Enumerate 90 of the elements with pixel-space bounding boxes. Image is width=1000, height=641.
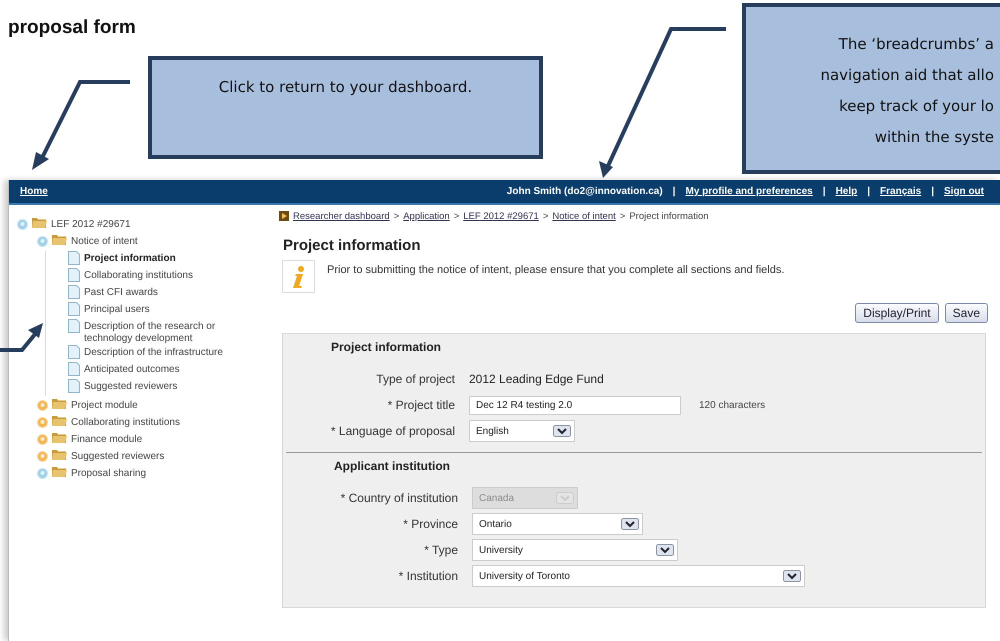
- home-link[interactable]: Home: [20, 186, 48, 197]
- folder-icon: [52, 415, 67, 426]
- character-count: 120 characters: [699, 400, 766, 410]
- dropdown[interactable]: Ontario: [472, 513, 643, 535]
- info-icon: [282, 260, 315, 293]
- field-value: 2012 Leading Edge Fund: [469, 372, 604, 386]
- tree-item[interactable]: Proposal sharing: [71, 466, 146, 480]
- caret-icon: [656, 544, 674, 556]
- callout-arrow: [0, 323, 43, 352]
- dropdown[interactable]: University: [472, 539, 678, 561]
- breadcrumb-separator: >: [620, 210, 626, 222]
- tree-item[interactable]: Project module: [71, 398, 138, 412]
- folder-icon: [52, 234, 67, 245]
- tree-item[interactable]: Collaborating institutions: [71, 415, 180, 429]
- tree-item[interactable]: Description of the infrastructure: [84, 345, 223, 359]
- breadcrumb-link[interactable]: LEF 2012 #29671: [463, 210, 539, 222]
- breadcrumb-separator: >: [394, 210, 400, 222]
- tree-item[interactable]: Notice of intent: [71, 234, 138, 248]
- folder-icon: [32, 217, 47, 228]
- expander-icon[interactable]: [37, 400, 48, 411]
- dropdown[interactable]: English: [469, 420, 575, 442]
- document-icon: [68, 251, 80, 265]
- user-name: John Smith (do2@innovation.ca): [506, 186, 663, 197]
- expander-icon[interactable]: [37, 417, 48, 428]
- breadcrumb-current: Project information: [629, 210, 709, 222]
- caret-icon: [783, 570, 801, 582]
- separator: |: [867, 186, 870, 197]
- page-title: Project information: [282, 237, 422, 254]
- dropdown[interactable]: University of Toronto: [472, 565, 805, 587]
- tree-item[interactable]: Finance module: [71, 432, 142, 446]
- document-icon: [68, 345, 80, 359]
- tree-item[interactable]: Suggested reviewers: [71, 449, 164, 463]
- callout-text: keep track of your lo: [839, 96, 994, 117]
- callout-text: The ‘breadcrumbs’ a: [838, 34, 994, 55]
- field-label: * Province: [402, 517, 458, 531]
- section-title: Project information: [330, 340, 442, 356]
- breadcrumb-link[interactable]: Researcher dashboard: [293, 210, 390, 222]
- expander-icon[interactable]: [17, 219, 28, 230]
- caret-icon: [553, 425, 571, 437]
- section-title: Applicant institution: [333, 459, 451, 475]
- document-icon: [68, 362, 80, 376]
- nav-link[interactable]: Français: [880, 186, 922, 197]
- document-icon: [68, 319, 80, 333]
- caret-icon: [556, 492, 574, 504]
- field-label: * Institution: [398, 569, 458, 583]
- caret-icon: [621, 518, 639, 530]
- tree-item[interactable]: LEF 2012 #29671: [51, 217, 131, 231]
- folder-icon: [52, 466, 67, 477]
- tree-item[interactable]: Anticipated outcomes: [84, 362, 180, 376]
- play-icon: [279, 211, 289, 221]
- input-field[interactable]: Dec 12 R4 testing 2.0: [469, 396, 681, 414]
- separator: |: [931, 186, 934, 197]
- nav-link[interactable]: Sign out: [944, 186, 984, 197]
- tree-item[interactable]: Suggested reviewers: [84, 379, 178, 393]
- callout-text: within the syste: [874, 127, 994, 148]
- breadcrumb-link[interactable]: Notice of intent: [552, 210, 616, 222]
- breadcrumb-separator: >: [542, 210, 548, 222]
- tree-item[interactable]: Principal users: [84, 302, 150, 316]
- expander-icon[interactable]: [37, 236, 48, 247]
- breadcrumb-link[interactable]: Application: [403, 210, 450, 222]
- expander-icon[interactable]: [37, 468, 48, 479]
- separator: |: [822, 186, 826, 197]
- tree-item[interactable]: Project information: [84, 251, 176, 265]
- separator: |: [672, 186, 676, 197]
- field-label: * Project title: [386, 398, 455, 412]
- document-icon: [68, 285, 80, 299]
- field-label: * Country of institution: [340, 491, 458, 505]
- folder-icon: [52, 449, 67, 460]
- tree-item[interactable]: Description of the research or technology development: [84, 319, 234, 345]
- folder-icon: [52, 432, 67, 443]
- field-label: * Language of proposal: [330, 424, 455, 438]
- document-icon: [68, 268, 80, 282]
- action-button[interactable]: Display/Print: [855, 303, 939, 323]
- field-label: * Type: [423, 543, 458, 557]
- expander-icon[interactable]: [37, 451, 48, 462]
- callout-text: navigation aid that allo: [820, 65, 994, 86]
- folder-icon: [52, 398, 67, 409]
- nav-link[interactable]: My profile and preferences: [685, 186, 813, 197]
- action-button[interactable]: Save: [944, 303, 988, 323]
- field-label: Type of project: [375, 372, 455, 386]
- breadcrumb-separator: >: [454, 210, 460, 222]
- notice-text: Prior to submitting the notice of intent, please ensure that you complete all sections and fields.: [327, 263, 784, 276]
- tree-item[interactable]: Past CFI awards: [84, 285, 158, 299]
- document-icon: [68, 379, 80, 393]
- callout-text: Click to return to your dashboard.: [218, 78, 472, 96]
- document-heading: proposal form: [8, 17, 136, 39]
- document-icon: [68, 302, 80, 316]
- expander-icon[interactable]: [37, 434, 48, 445]
- nav-link[interactable]: Help: [836, 186, 858, 197]
- tree-item[interactable]: Collaborating institutions: [84, 268, 193, 282]
